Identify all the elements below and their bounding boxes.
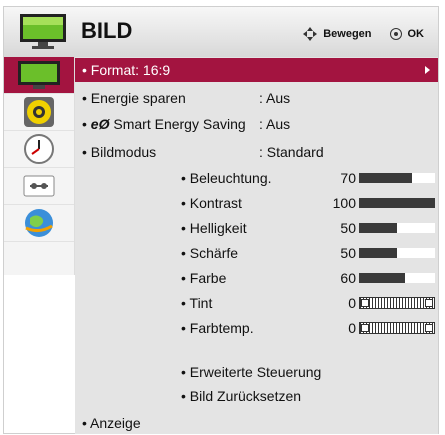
move-arrows-icon [303, 27, 318, 41]
setting-row[interactable]: • Farbe 60 [75, 266, 438, 290]
menu-item-erweitert[interactable]: • Erweiterte Steuerung [75, 360, 438, 384]
setting-value: 50 [340, 245, 356, 261]
setting-label: • Schärfe [181, 245, 239, 261]
nav-ok-label: OK [407, 28, 425, 40]
setting-row[interactable]: • Kontrast 100 [75, 191, 438, 215]
setting-value: 0 [348, 320, 356, 336]
setting-row[interactable]: • Beleuchtung. 70 [75, 166, 438, 190]
sidebar-item-picture[interactable] [4, 57, 74, 94]
page-title: BILD [81, 18, 133, 43]
menu-item-energie[interactable]: • Energie sparen : Aus [75, 86, 438, 110]
format-label: • Format: 16:9 [82, 62, 171, 78]
setting-value: 50 [340, 220, 356, 236]
level-fill [359, 198, 435, 208]
ok-icon [389, 28, 402, 40]
erweitert-label: • Erweiterte Steuerung [181, 364, 322, 380]
energie-label: • Energie sparen [82, 90, 186, 106]
chevron-right-icon [425, 66, 430, 74]
level-slider[interactable] [359, 273, 435, 283]
level-slider[interactable] [359, 173, 435, 183]
picture-icon [18, 61, 60, 89]
setting-label: • Farbtemp. [181, 320, 254, 336]
sidebar-item-audio[interactable] [4, 94, 74, 131]
menu-item-smart-energy[interactable]: • eØ Smart Energy Saving : Aus [75, 112, 438, 136]
eco-icon: eØ [90, 116, 110, 132]
level-fill [359, 223, 397, 233]
setting-label: • Beleuchtung. [181, 170, 272, 186]
nav-hints: Bewegen OK [303, 27, 424, 41]
setting-value: 100 [332, 195, 356, 211]
balance-slider[interactable] [359, 297, 435, 309]
picture-icon [20, 14, 66, 49]
smart-energy-label-wrap: • eØ Smart Energy Saving [82, 116, 246, 132]
smart-energy-label: Smart Energy Saving [113, 116, 246, 132]
menu-item-format[interactable]: • Format: 16:9 [75, 58, 438, 82]
sidebar-item-network[interactable] [4, 205, 74, 242]
bildmodus-label: • Bildmodus [82, 144, 157, 160]
level-fill [359, 273, 405, 283]
setting-label: • Helligkeit [181, 220, 247, 236]
setting-row[interactable]: • Tint 0 [75, 291, 438, 315]
setting-label: • Kontrast [181, 195, 242, 211]
setting-value: 0 [348, 295, 356, 311]
bildmodus-value: : Standard [259, 144, 324, 160]
setting-row[interactable]: • Schärfe 50 [75, 241, 438, 265]
clock-icon [24, 134, 54, 164]
level-slider[interactable] [359, 223, 435, 233]
menu-item-anzeige[interactable]: • Anzeige [75, 411, 438, 435]
level-fill [359, 248, 397, 258]
menu-item-reset[interactable]: • Bild Zurücksetzen [75, 384, 438, 408]
energie-value: : Aus [259, 90, 291, 106]
sidebar [4, 57, 75, 275]
smart-energy-value: : Aus [259, 116, 291, 132]
sidebar-item-setup[interactable] [4, 168, 74, 205]
sidebar-item-time[interactable] [4, 131, 74, 168]
level-slider[interactable] [359, 248, 435, 258]
anzeige-label: • Anzeige [82, 415, 141, 431]
balance-slider[interactable] [359, 322, 435, 334]
globe-icon [25, 209, 53, 237]
setting-row[interactable]: • Helligkeit 50 [75, 216, 438, 240]
settings-icon [23, 175, 55, 197]
setting-value: 70 [340, 170, 356, 186]
level-slider[interactable] [359, 198, 435, 208]
speaker-icon [24, 97, 54, 127]
menu-header: BILD Bewegen OK [4, 7, 438, 57]
setting-value: 60 [340, 270, 356, 286]
setting-label: • Farbe [181, 270, 227, 286]
nav-move-label: Bewegen [323, 28, 372, 40]
level-fill [359, 173, 412, 183]
setting-label: • Tint [181, 295, 213, 311]
setting-row[interactable]: • Farbtemp. 0 [75, 316, 438, 340]
menu-item-bildmodus[interactable]: • Bildmodus : Standard [75, 140, 438, 164]
reset-label: • Bild Zurücksetzen [181, 388, 302, 404]
